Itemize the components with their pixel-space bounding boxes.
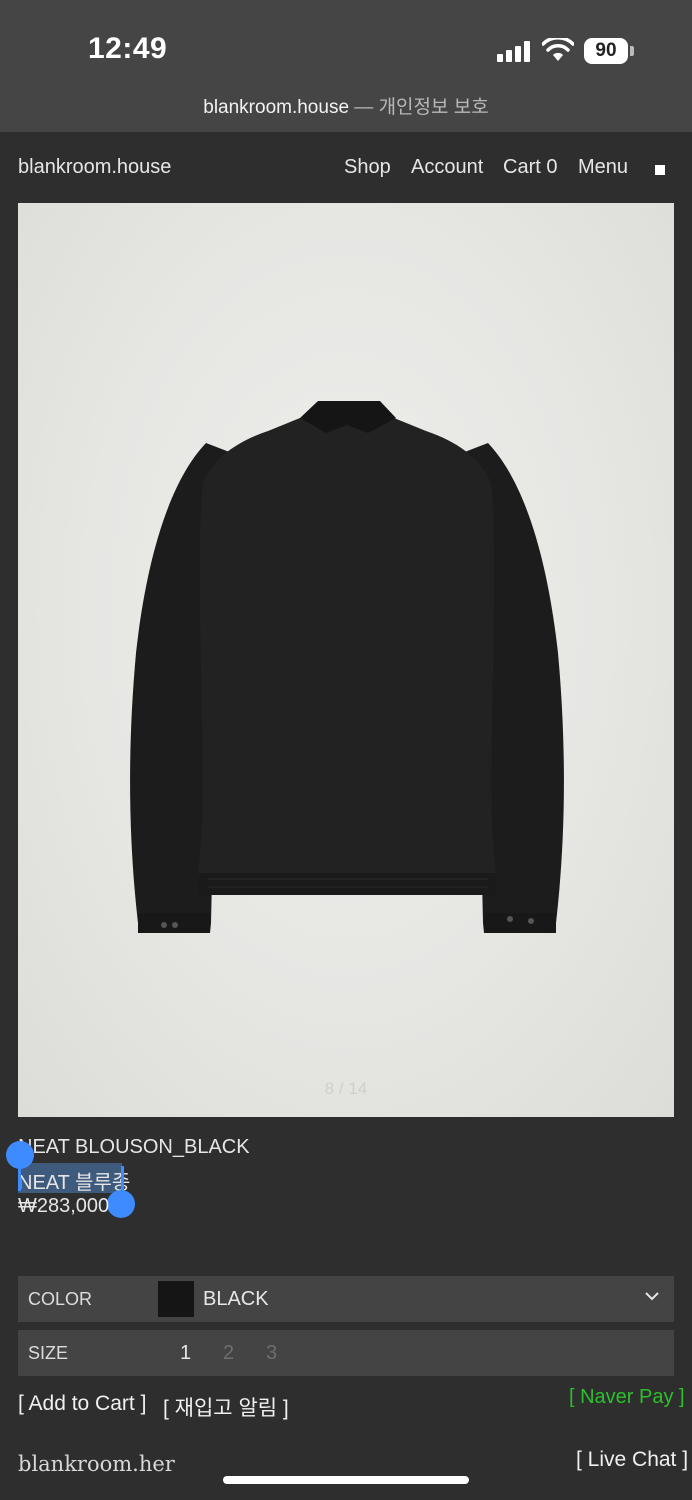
square-icon[interactable] [655,165,665,175]
chevron-down-icon [645,1292,659,1301]
brand-link[interactable]: blankroom.her [18,1452,175,1476]
naver-pay-button[interactable]: [ Naver Pay ] [569,1386,685,1409]
site-logo[interactable]: blankroom.house [18,156,171,179]
size-option-2[interactable]: 2 [223,1342,234,1365]
site-header: blankroom.house Shop Account Cart 0 Menu [0,132,692,202]
address-bar[interactable]: blankroom.house — 개인정보 보호 [0,92,692,119]
cellular-signal-icon [497,40,533,62]
privacy-label: 개인정보 보호 [378,97,489,118]
add-to-cart-button[interactable]: [ Add to Cart ] [18,1392,146,1416]
product-name-korean: NEAT 블루종 [18,1172,131,1194]
status-bar: 12:49 90 blankroom.house — 개인정보 보호 [0,0,692,132]
wifi-icon [542,38,574,61]
size-selector: SIZE 1 2 3 [18,1330,674,1376]
selection-end-handle[interactable] [107,1190,135,1218]
image-counter: 8 / 14 [324,1079,368,1098]
live-chat-button[interactable]: [ Live Chat ] [576,1448,688,1472]
nav-menu[interactable]: Menu [578,156,628,179]
jacket-illustration [130,401,564,933]
product-name: NEAT BLOUSON_BLACK [18,1136,250,1158]
color-select[interactable]: COLOR BLACK [18,1276,674,1322]
size-label: SIZE [28,1343,69,1363]
size-option-1[interactable]: 1 [180,1342,191,1365]
clock: 12:49 [88,32,168,65]
nav-cart[interactable]: Cart 0 [503,156,557,179]
selection-start-handle[interactable] [6,1141,34,1169]
nav-shop[interactable]: Shop [344,156,391,179]
product-image[interactable]: 8 / 14 [18,203,674,1117]
battery-tip [630,46,634,56]
restock-alert-button[interactable]: [ 재입고 알림 ] [163,1392,289,1422]
url-domain: blankroom.house [203,97,350,118]
product-price: ₩283,000 [18,1195,110,1217]
url-separator: — [349,97,379,118]
home-indicator[interactable] [223,1476,469,1484]
color-swatch [158,1281,194,1317]
battery-icon: 90 [584,38,628,64]
size-option-3[interactable]: 3 [266,1342,277,1365]
color-label: COLOR [28,1289,93,1309]
nav-account[interactable]: Account [411,156,483,179]
color-value: BLACK [203,1288,269,1310]
